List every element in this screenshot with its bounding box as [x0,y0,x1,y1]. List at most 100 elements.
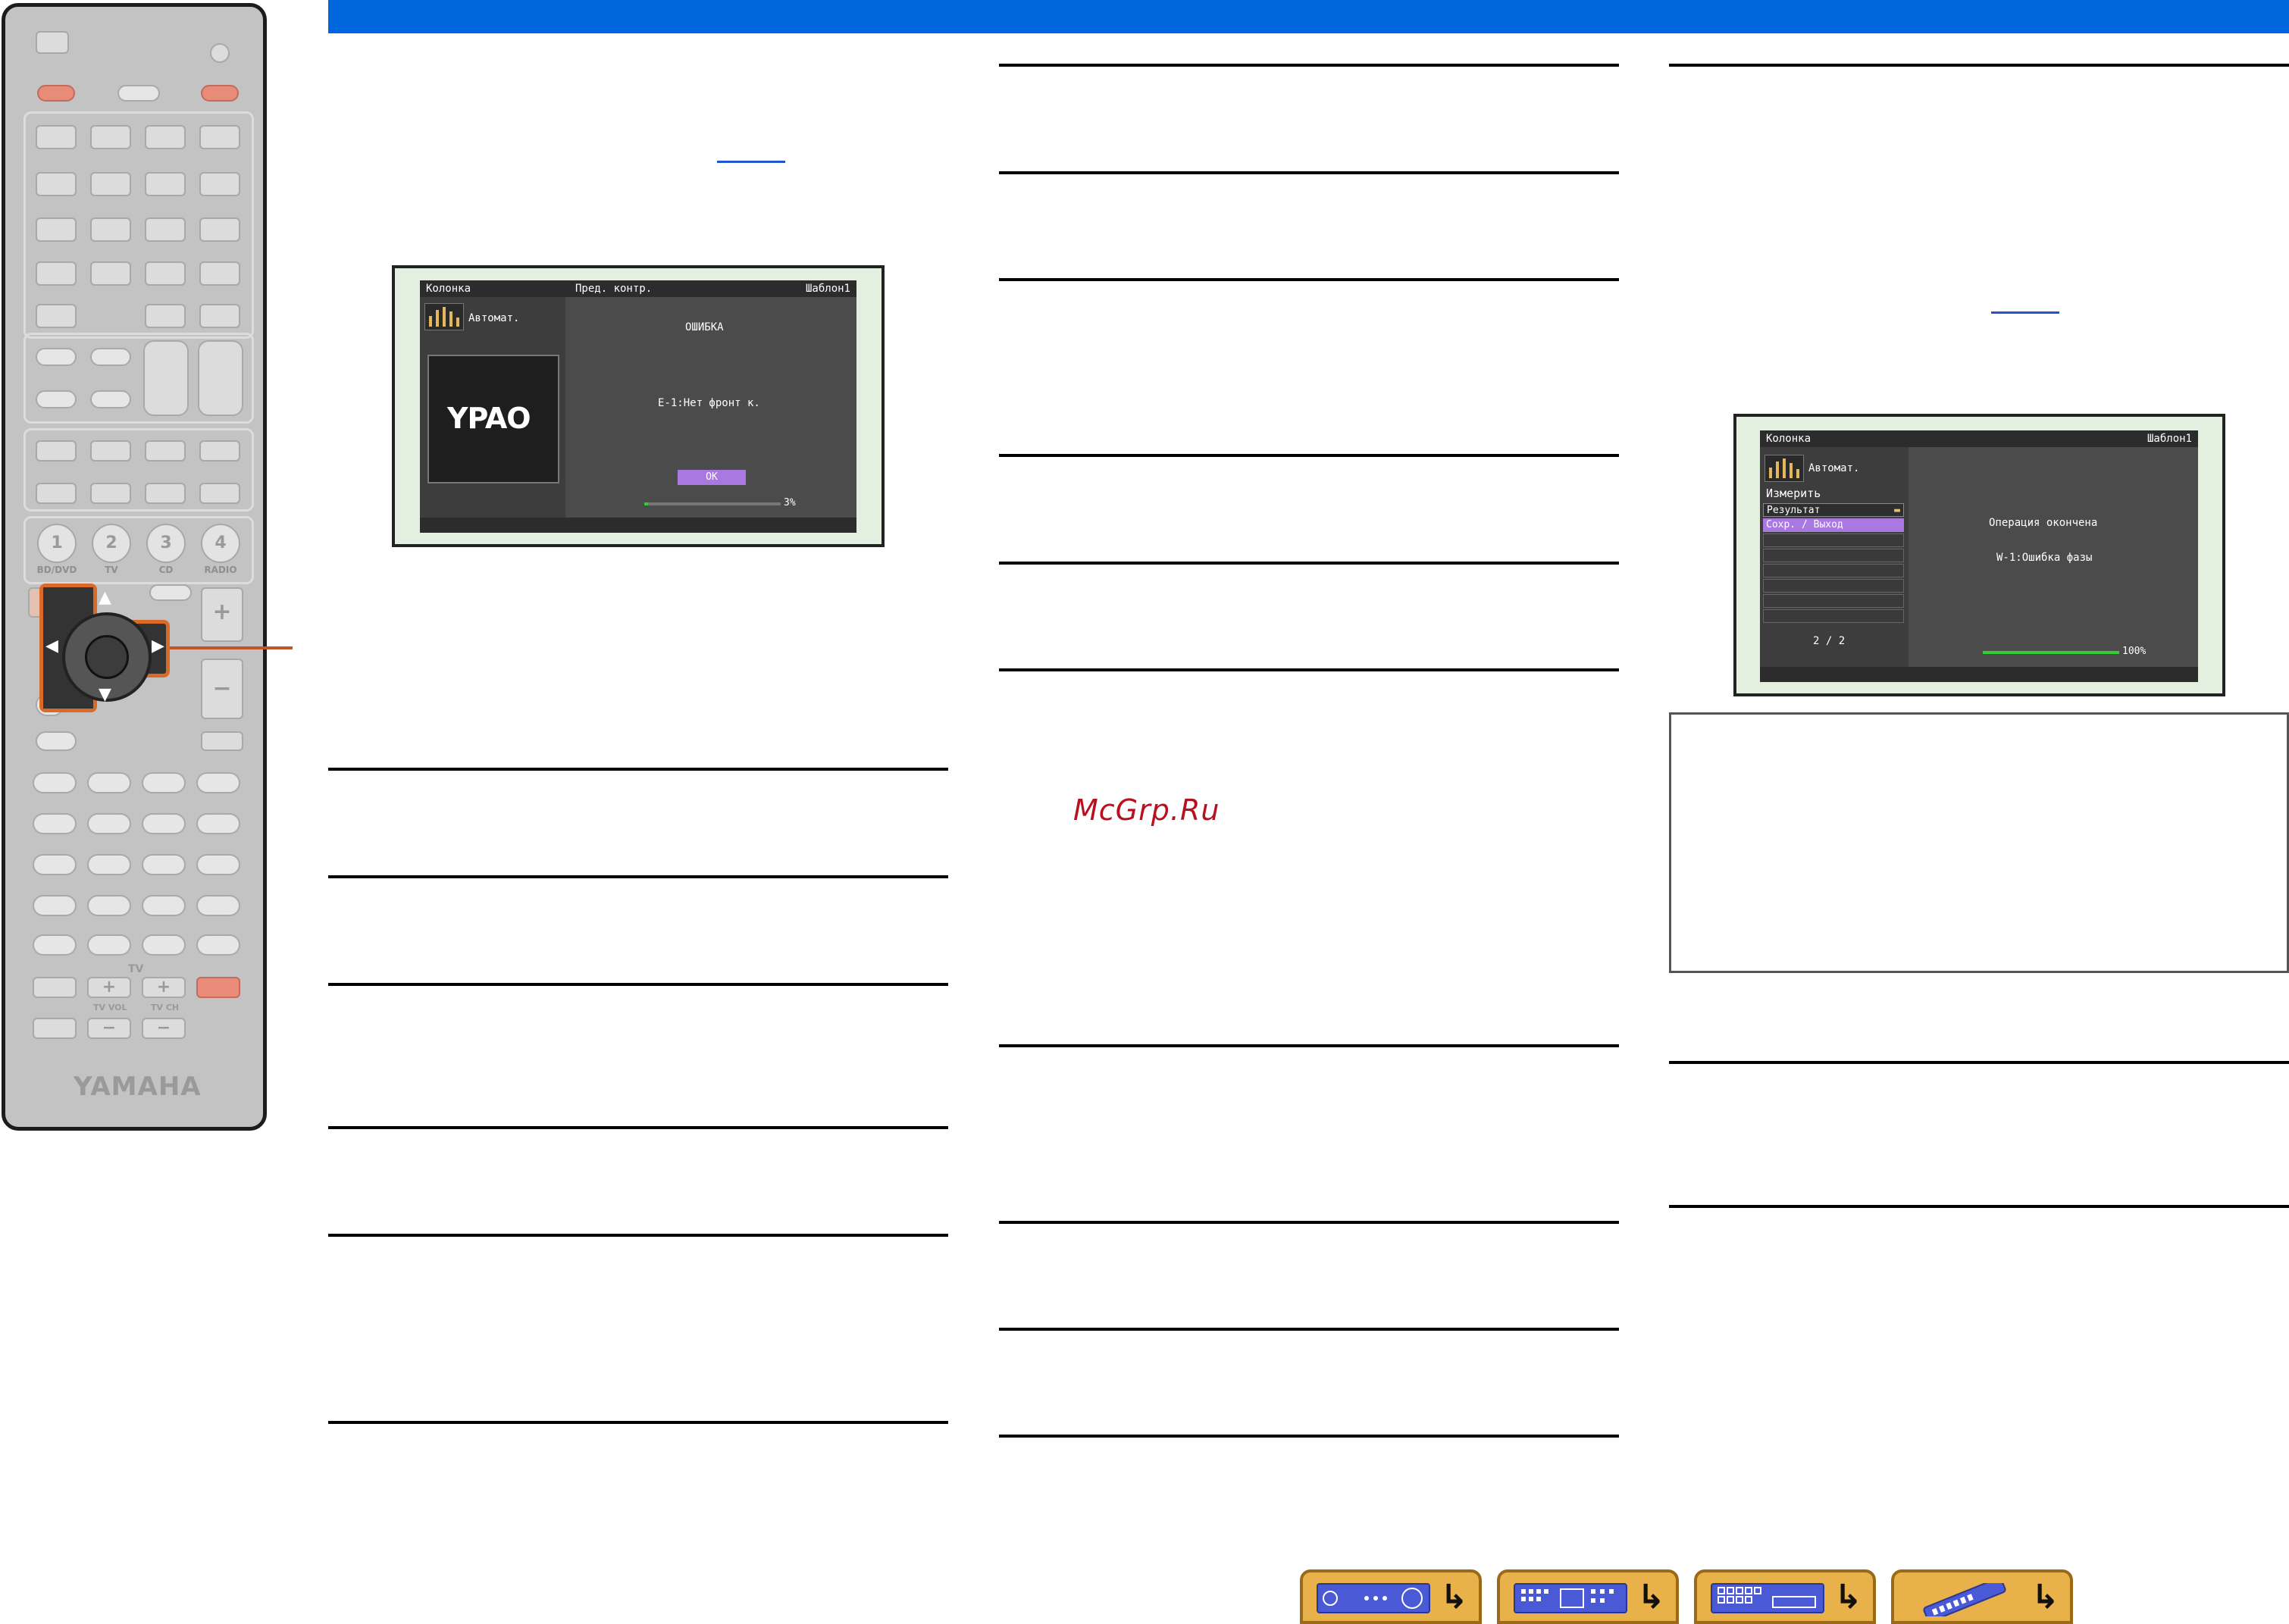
ok-button[interactable]: OK [678,470,746,485]
remote-key [199,125,240,149]
screen-header-mid: Пред. контр. [575,283,653,295]
progress-fill [644,502,649,505]
note-box [1669,712,2289,973]
menu-title: Измерить [1766,487,1821,500]
screen-footer [1760,667,2198,682]
tv-mute-button [33,1018,77,1039]
screen-header-right: Шаблон1 [805,283,850,295]
menu-item-empty [1763,549,1904,562]
nav-rear-panel-button[interactable]: ↳ [1694,1569,1876,1624]
callout-line [170,646,293,649]
remote-key [90,348,131,366]
error-title: ОШИБКА [685,321,724,333]
volume-down-button: − [201,659,243,719]
return-arrow-icon: ↳ [1637,1578,1665,1616]
remote-key [33,772,77,793]
remote-key [90,172,131,196]
section-rule [999,278,1619,281]
ypao-logo: YPAO [447,402,531,435]
receiver-icon [1317,1583,1430,1613]
remote-key [199,483,240,504]
menu-item-save-exit[interactable]: Сохр. / Выход [1763,518,1904,532]
remote-key [90,125,131,149]
page-link-underline[interactable] [1991,311,2059,314]
menu-item-empty [1763,579,1904,593]
screen-footer [420,518,856,533]
header-bar [328,0,2289,33]
nav-receiver-button[interactable]: ↳ [1300,1569,1482,1624]
menu-item-result[interactable]: Результат ▬ [1763,503,1904,517]
fast-forward-button [87,813,131,834]
remote-key [90,440,131,462]
remote-key [36,348,77,366]
folder-icon: ▬ [1894,505,1900,516]
tv-vol-up-button: + [87,977,131,998]
section-rule [999,1221,1619,1224]
remote-key [36,483,77,504]
screen-header: Колонка Шаблон1 [1760,430,2198,447]
scene-label-4: RADIO [204,565,237,575]
section-rule [999,1435,1619,1438]
remote-key [142,854,186,875]
progress-text: 100% [2122,646,2147,657]
section-rule [328,768,948,771]
power-button-right [201,85,239,102]
remote-key [33,934,77,956]
remote-key [33,895,77,916]
watermark: McGrp.Ru [1073,793,1220,827]
progress-text: 3% [784,497,796,508]
screen-header-left: Колонка [1766,433,1811,445]
remote-key [196,895,240,916]
cursor-right-icon: ▶ [152,637,164,656]
section-rule [1669,64,2289,67]
remote-key [90,390,131,408]
scene-key-3: 3 [146,524,186,563]
standby-button [117,85,160,102]
return-arrow-icon: ↳ [1834,1578,1862,1616]
cursor-up-icon: ▲ [99,588,111,607]
section-rule [328,1234,948,1237]
screen-error: Колонка Пред. контр. Шаблон1 Автомат. YP… [420,280,856,533]
remote-key [90,261,131,286]
menu-item-empty [1763,609,1904,623]
tv-input-button [33,977,77,998]
remote-key [199,261,240,286]
remote-key [199,217,240,242]
ypao-logo-box: YPAO [427,355,559,483]
page-link-underline[interactable] [717,161,785,163]
screen-header: Колонка Пред. контр. Шаблон1 [420,280,856,297]
error-message: E-1:Нет фронт к. [658,397,760,409]
section-rule [999,64,1619,67]
front-panel-icon [1514,1583,1627,1613]
tv-ch-label: TV CH [151,1003,180,1012]
tv-ch-down-button: − [142,1018,186,1039]
remote-key [87,854,131,875]
yamaha-logo: YAMAHA [74,1072,202,1102]
volume-up-button: + [201,587,243,642]
screen-header-right: Шаблон1 [2147,433,2192,445]
source-switch [36,31,69,54]
remote-key [142,895,186,916]
remote-key [196,854,240,875]
section-rule [999,1328,1619,1331]
section-rule [1669,1061,2289,1064]
remote-control-illustration: 1 2 3 4 BD/DVD TV CD RADIO + − TV + + TV… [2,3,267,1131]
section-rule [328,1126,948,1129]
return-arrow-icon: ↳ [1440,1578,1468,1616]
menu-item-empty [1763,534,1904,547]
scene-label-1: BD/DVD [36,565,77,575]
page-rocker [198,340,243,416]
nav-front-panel-button[interactable]: ↳ [1497,1569,1679,1624]
nav-remote-button[interactable]: ↳ [1891,1569,2073,1624]
remote-key [145,261,186,286]
screen-header-left: Колонка [426,283,471,295]
remote-key [145,172,186,196]
tv-vol-label: TV VOL [93,1003,127,1012]
status-message: Операция окончена [1989,517,2098,529]
remote-key [90,483,131,504]
scene-key-4: 4 [201,524,240,563]
page-rocker [143,340,189,416]
remote-key [36,172,77,196]
remote-key [145,217,186,242]
remote-key [196,934,240,956]
